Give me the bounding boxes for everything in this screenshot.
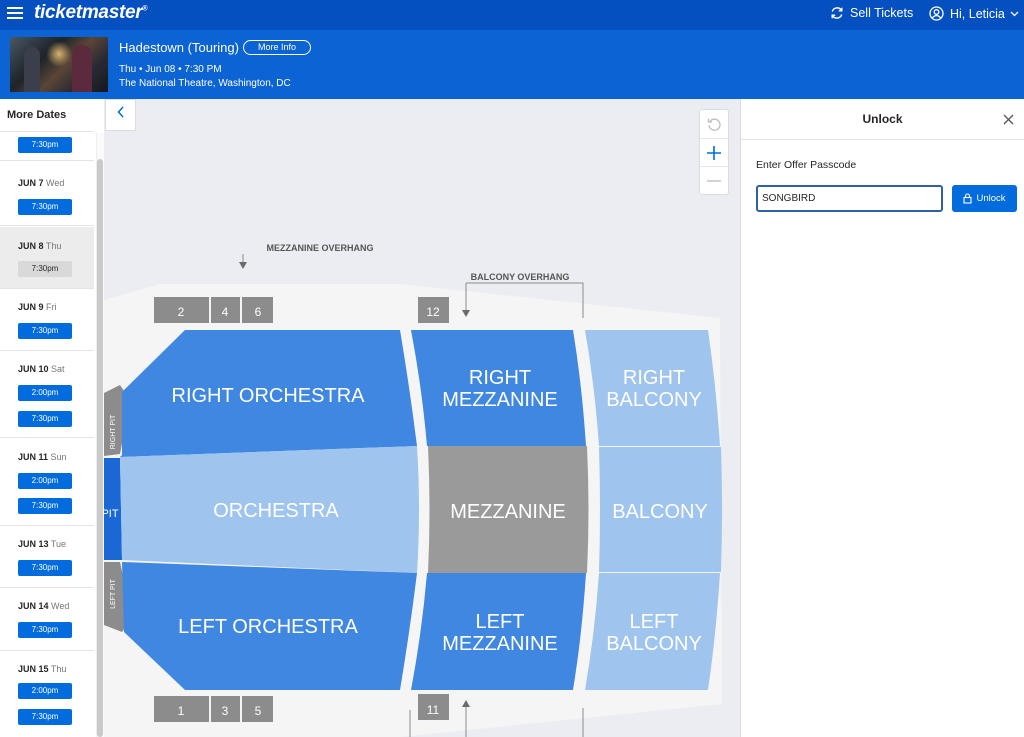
reset-map-button[interactable] — [700, 110, 728, 138]
right-orchestra-label: RIGHT ORCHESTRA — [172, 385, 366, 407]
showtime-button[interactable]: 7:30pm — [18, 323, 72, 339]
dates-scrollbar-thumb[interactable] — [97, 159, 103, 737]
date-group: JUN 9 Fri 7:30pm — [0, 290, 94, 351]
right-mezzanine-label-2: MEZZANINE — [442, 389, 558, 411]
left-balcony-label-2: BALCONY — [606, 633, 702, 655]
date-label: JUN 13 Tue — [18, 539, 67, 549]
zoom-in-button[interactable] — [700, 138, 728, 166]
box-label: 11 — [427, 703, 440, 717]
zoom-controls — [699, 109, 729, 195]
mezzanine-overhang-annotation: MEZZANINE OVERHANG — [239, 243, 374, 269]
balcony-label: BALCONY — [612, 501, 708, 523]
left-balcony-label-1: LEFT — [630, 611, 679, 633]
box-label: 3 — [222, 704, 229, 718]
showtime-button[interactable]: 7:30pm — [18, 199, 72, 215]
box-label: 12 — [426, 305, 440, 319]
mezzanine-label: MEZZANINE — [450, 501, 566, 523]
seat-map[interactable]: MEZZANINE OVERHANG BALCONY OVERHANG 2 4 … — [104, 99, 740, 737]
date-label: JUN 14 Wed — [18, 601, 70, 611]
right-balcony-label-1: RIGHT — [623, 367, 685, 389]
left-pit-label: LEFT PIT — [110, 578, 117, 609]
more-info-button[interactable]: More Info — [243, 40, 312, 55]
date-group: JUN 13 Tue 7:30pm — [0, 527, 94, 588]
showtime-button[interactable]: 7:30pm — [18, 709, 72, 725]
reset-icon — [707, 118, 721, 131]
date-label: JUN 7 Wed — [18, 178, 65, 188]
user-greeting: Hi, Leticia — [950, 6, 1005, 21]
orchestra-label: ORCHESTRA — [213, 500, 339, 522]
box-label: 4 — [222, 305, 229, 319]
date-group: JUN 11 Sun 2:00pm 7:30pm — [0, 439, 94, 526]
event-header: Hadestown (Touring) More Info Thu • Jun … — [0, 30, 1024, 99]
event-thumbnail — [10, 37, 108, 92]
offer-passcode-label: Enter Offer Passcode — [756, 159, 857, 171]
mezzanine-overhang-label: MEZZANINE OVERHANG — [266, 243, 373, 253]
showtime-button[interactable]: 7:30pm — [18, 498, 72, 514]
user-menu[interactable]: Hi, Leticia — [929, 6, 1019, 21]
showtime-button-selected[interactable]: 7:30pm — [18, 261, 72, 277]
date-group: 7:30pm — [0, 133, 94, 161]
unlock-panel-header: Unlock — [741, 99, 1024, 140]
box-label: 1 — [178, 704, 185, 718]
right-balcony-label-2: BALCONY — [606, 389, 702, 411]
right-mezzanine-label-1: RIGHT — [469, 367, 531, 389]
unlock-button-label: Unlock — [976, 193, 1006, 204]
showtime-button[interactable]: 2:00pm — [18, 683, 72, 699]
box-label: 6 — [255, 305, 262, 319]
balcony-overhang-label: BALCONY OVERHANG — [471, 272, 570, 282]
collapse-dates-button[interactable] — [105, 99, 136, 131]
event-venue: The National Theatre, Washington, DC — [119, 78, 291, 89]
minus-icon — [707, 179, 721, 182]
sell-tickets-link[interactable]: Sell Tickets — [830, 6, 913, 20]
plus-icon — [707, 145, 721, 160]
date-group: JUN 10 Sat 2:00pm 7:30pm — [0, 352, 94, 438]
showtime-button[interactable]: 7:30pm — [18, 622, 72, 638]
showtime-button[interactable]: 2:00pm — [18, 385, 72, 401]
offer-passcode-input[interactable]: SONGBIRD — [756, 185, 943, 212]
unlock-button[interactable]: Unlock — [952, 185, 1017, 212]
showtime-button[interactable]: 7:30pm — [18, 137, 72, 153]
ticketmaster-logo[interactable]: ticketmaster® — [34, 2, 148, 24]
showtime-button[interactable]: 7:30pm — [18, 411, 72, 427]
chevron-down-icon — [1010, 11, 1019, 16]
date-label: JUN 15 Thu — [18, 664, 67, 674]
chevron-left-icon — [116, 106, 124, 118]
date-label: JUN 8 Thu — [18, 241, 62, 251]
refresh-icon — [831, 7, 843, 19]
box-label: 5 — [255, 704, 262, 718]
left-orchestra-label: LEFT ORCHESTRA — [178, 616, 358, 638]
date-label: JUN 11 Sun — [18, 452, 67, 462]
event-title: Hadestown (Touring) — [119, 40, 239, 55]
close-panel-button[interactable] — [1000, 99, 1016, 139]
event-date: Thu • Jun 08 • 7:30 PM — [119, 64, 222, 75]
seat-map-area[interactable]: MEZZANINE OVERHANG BALCONY OVERHANG 2 4 … — [104, 99, 740, 737]
box-label: 2 — [178, 305, 185, 319]
date-label: JUN 9 Fri — [18, 302, 57, 312]
sell-tickets-label: Sell Tickets — [850, 6, 914, 20]
left-mezzanine-label-1: LEFT — [476, 611, 525, 633]
close-icon — [1003, 114, 1013, 124]
date-group: JUN 14 Wed 7:30pm — [0, 589, 94, 651]
unlock-panel-title: Unlock — [862, 112, 903, 126]
more-dates-title: More Dates — [0, 99, 94, 132]
menu-icon[interactable] — [7, 5, 23, 19]
date-group: JUN 7 Wed 7:30pm — [0, 162, 94, 226]
lock-icon — [963, 193, 973, 204]
left-mezzanine-label-2: MEZZANINE — [442, 633, 558, 655]
date-label: JUN 10 Sat — [18, 364, 65, 374]
zoom-out-button[interactable] — [700, 166, 728, 194]
date-group-selected: JUN 8 Thu 7:30pm — [0, 227, 94, 289]
showtime-button[interactable]: 7:30pm — [18, 560, 72, 576]
user-icon — [929, 6, 944, 21]
unlock-panel: Unlock Enter Offer Passcode SONGBIRD Unl… — [740, 99, 1024, 737]
right-pit-label: RIGHT PIT — [110, 414, 117, 449]
showtime-button[interactable]: 2:00pm — [18, 473, 72, 489]
more-dates-panel: More Dates 7:30pm JUN 7 Wed 7:30pm JUN 8… — [0, 99, 104, 737]
date-group: JUN 15 Thu 2:00pm 7:30pm — [0, 652, 94, 737]
pit-label: PIT — [104, 508, 119, 520]
top-nav-bar: ticketmaster® Sell Tickets Hi, Leticia — [0, 0, 1024, 30]
